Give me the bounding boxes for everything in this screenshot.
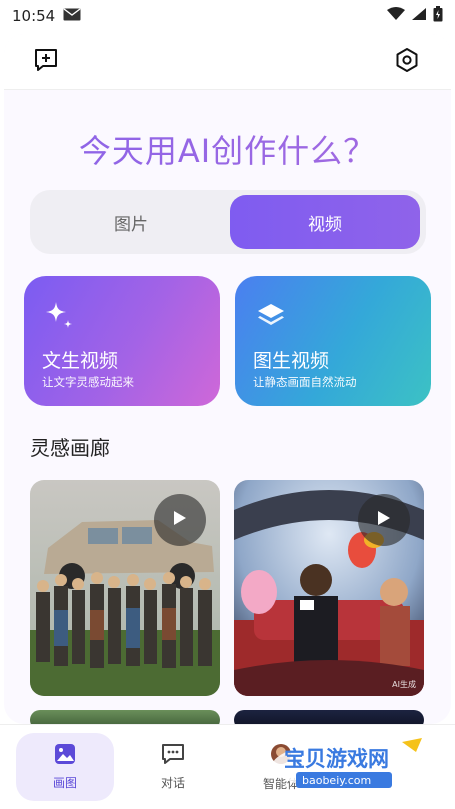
ai-generated-tag: AI生成 — [392, 680, 416, 689]
tab-video-label: 视频 — [308, 214, 342, 235]
text-to-video-card[interactable]: 文生视频 让文字灵感动起来 — [24, 276, 220, 406]
tab-video[interactable]: 视频 — [230, 195, 420, 249]
play-button[interactable] — [358, 494, 410, 546]
play-icon — [173, 510, 187, 530]
battery-icon — [433, 6, 443, 26]
signal-icon — [411, 7, 427, 25]
nav-item-draw-label: 画图 — [52, 776, 77, 790]
image-to-video-card[interactable]: 图生视频 让静态画面自然流动 — [235, 276, 431, 406]
gallery-title: 灵感画廊 — [30, 436, 110, 460]
top-bar — [4, 34, 451, 90]
text-to-video-subtitle: 让文字灵感动起来 — [42, 375, 134, 389]
nav-item-chat[interactable]: 对话 — [124, 733, 222, 801]
tab-image-label: 图片 — [114, 214, 148, 235]
sparkle-icon — [44, 300, 76, 336]
nav-item-draw[interactable]: 画图 — [16, 733, 114, 801]
page-headline: 今天用AI创作什么？ — [4, 126, 451, 172]
gallery-video-tile[interactable] — [30, 710, 220, 724]
app-container: 今天用AI创作什么？ 图片 视频 文生视频 让文字灵感动起来 图生视频 让静态画… — [4, 34, 451, 724]
svg-text:宝贝游戏网: 宝贝游戏网 — [284, 747, 389, 771]
gallery-video-tile[interactable] — [30, 480, 220, 696]
status-bar: 10:54 — [0, 0, 455, 32]
image-icon — [54, 743, 76, 768]
media-type-toggle: 图片 视频 — [30, 190, 426, 254]
image-to-video-subtitle: 让静态画面自然流动 — [253, 375, 357, 389]
text-to-video-title: 文生视频 — [42, 350, 119, 372]
play-icon — [377, 510, 391, 530]
tab-image[interactable]: 图片 — [36, 195, 226, 249]
gallery-video-tile[interactable]: AI生成 — [234, 480, 424, 696]
site-watermark: 宝贝游戏网 baobeiy.com — [262, 736, 432, 794]
nav-item-chat-label: 对话 — [160, 776, 185, 790]
hexagon-settings-icon — [394, 47, 420, 77]
image-to-video-title: 图生视频 — [253, 350, 330, 372]
chat-icon — [161, 743, 185, 768]
mail-icon — [63, 7, 81, 25]
svg-text:baobeiy.com: baobeiy.com — [302, 774, 371, 787]
gallery-video-tile[interactable] — [234, 710, 424, 724]
watermark-logo: 宝贝游戏网 baobeiy.com — [272, 738, 424, 790]
new-chat-button[interactable] — [28, 44, 64, 80]
chat-plus-icon — [33, 47, 59, 77]
status-time: 10:54 — [12, 7, 56, 25]
play-button[interactable] — [154, 494, 206, 546]
settings-button[interactable] — [389, 44, 425, 80]
layers-icon — [255, 300, 287, 336]
wifi-icon — [387, 7, 405, 25]
